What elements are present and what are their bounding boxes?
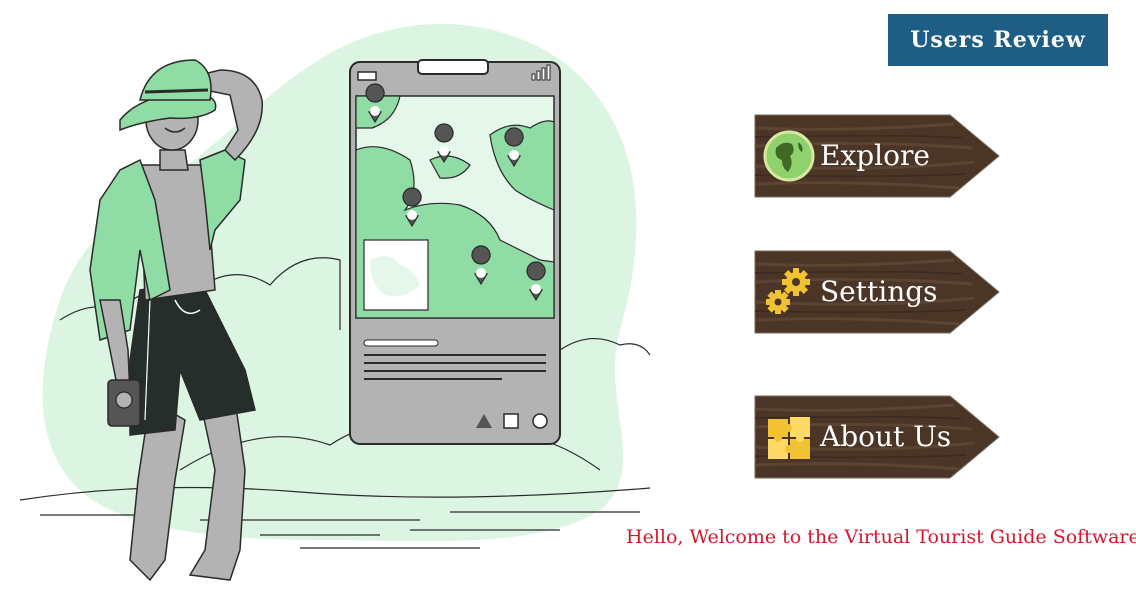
about-us-label: About Us <box>820 420 952 453</box>
explore-label: Explore <box>820 139 930 172</box>
puzzle-icon <box>768 417 810 459</box>
about-us-button[interactable]: About Us <box>754 395 1000 479</box>
traveler-illustration <box>19 23 651 582</box>
welcome-message: Hello, Welcome to the Virtual Tourist Gu… <box>626 526 1136 548</box>
settings-button[interactable]: Settings <box>754 250 1000 334</box>
globe-icon <box>763 130 815 182</box>
settings-label: Settings <box>820 275 938 308</box>
main-screen: Users Review Explore Settings About Us H… <box>0 0 1136 592</box>
gears-icon <box>766 268 810 314</box>
explore-button[interactable]: Explore <box>754 114 1000 198</box>
users-review-button[interactable]: Users Review <box>888 14 1108 66</box>
